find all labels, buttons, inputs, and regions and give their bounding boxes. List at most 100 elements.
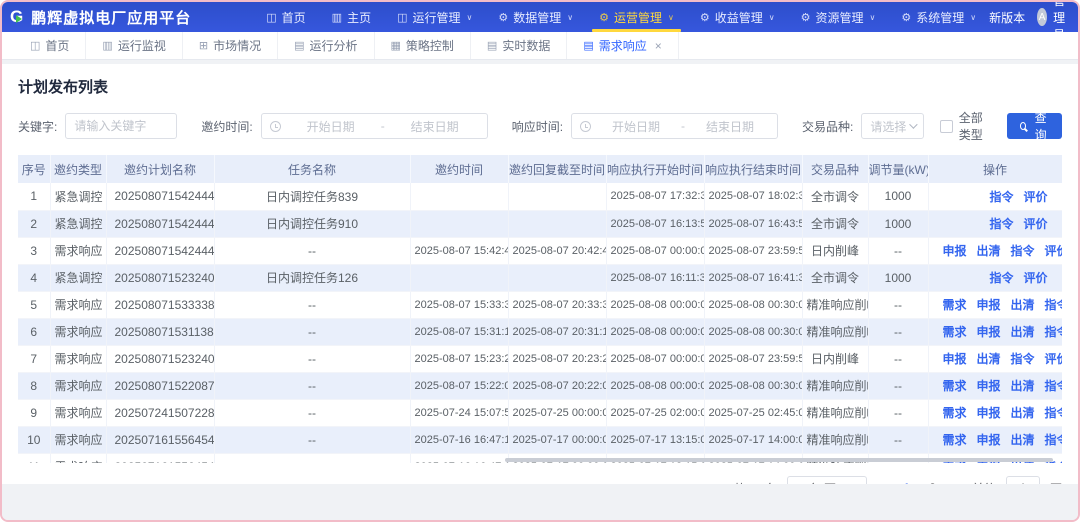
response-time-range-picker[interactable]: 开始日期 - 结束日期 bbox=[571, 113, 778, 139]
action-declare[interactable]: 申报 bbox=[977, 379, 1001, 393]
table-row[interactable]: 4紧急调控2025080715232401135日内调控任务1262025-08… bbox=[18, 264, 1062, 291]
page-number-2[interactable]: 2 bbox=[924, 481, 942, 484]
tab-实时数据[interactable]: ▤实时数据 bbox=[471, 32, 567, 59]
date-separator: - bbox=[375, 119, 391, 133]
action-evaluate[interactable]: 评价 bbox=[1023, 217, 1047, 231]
cell-exec-end-time: 2025-08-07 23:59:59 bbox=[704, 237, 802, 264]
cell-seq: 2 bbox=[18, 210, 50, 237]
table-row[interactable]: 1紧急调控2025080715424443042日内调控任务8392025-08… bbox=[18, 183, 1062, 210]
table-row[interactable]: 6需求响应2025080715311383341--2025-08-07 15:… bbox=[18, 318, 1062, 345]
trade-variety-select[interactable]: 请选择 bbox=[861, 113, 923, 139]
action-command[interactable]: 指令 bbox=[1045, 379, 1062, 393]
cell-seq: 3 bbox=[18, 237, 50, 264]
cell-exec-end-time: 2025-08-07 16:43:51 bbox=[704, 210, 802, 237]
chevron-down-icon: ∨ bbox=[970, 13, 976, 22]
action-declare[interactable]: 申报 bbox=[943, 352, 967, 366]
action-declare[interactable]: 申报 bbox=[977, 433, 1001, 447]
goto-page-input[interactable] bbox=[1006, 476, 1040, 484]
action-declare[interactable]: 申报 bbox=[943, 244, 967, 258]
action-clear[interactable]: 出清 bbox=[1011, 433, 1035, 447]
action-clear[interactable]: 出清 bbox=[977, 352, 1001, 366]
nav-item-资源管理[interactable]: ⚙资源管理∨ bbox=[788, 2, 889, 32]
nav-item-首页[interactable]: ◫首页 bbox=[253, 2, 318, 32]
action-demand[interactable]: 需求 bbox=[943, 379, 967, 393]
action-demand[interactable]: 需求 bbox=[943, 298, 967, 312]
action-evaluate[interactable]: 评价 bbox=[1045, 244, 1062, 258]
action-declare[interactable]: 申报 bbox=[977, 298, 1001, 312]
nav-item-运行管理[interactable]: ◫运行管理∨ bbox=[384, 2, 485, 32]
cell-invite-time: 2025-08-07 15:33:33 bbox=[410, 291, 508, 318]
table-row[interactable]: 10需求响应2025071615564544--2025-07-16 16:47… bbox=[18, 426, 1062, 453]
close-icon[interactable]: × bbox=[655, 39, 662, 53]
tab-首页[interactable]: ◫首页 bbox=[14, 32, 86, 59]
action-clear[interactable]: 出清 bbox=[1011, 379, 1035, 393]
table-row[interactable]: 7需求响应2025080715232401135--2025-08-07 15:… bbox=[18, 345, 1062, 372]
cell-task-name: -- bbox=[214, 426, 410, 453]
action-evaluate[interactable]: 评价 bbox=[1045, 352, 1062, 366]
cell-trade-variety: 精准响应削峰 bbox=[802, 291, 868, 318]
invite-time-range-picker[interactable]: 开始日期 - 结束日期 bbox=[261, 113, 488, 139]
prev-page-button[interactable]: ‹ bbox=[877, 481, 887, 485]
action-command[interactable]: 指令 bbox=[1011, 244, 1035, 258]
nav-item-数据管理[interactable]: ⚙数据管理∨ bbox=[485, 2, 586, 32]
cell-exec-end-time: 2025-07-17 14:00:01 bbox=[704, 426, 802, 453]
tab-运行分析[interactable]: ▤运行分析 bbox=[278, 32, 374, 59]
action-declare[interactable]: 申报 bbox=[977, 406, 1001, 420]
search-button[interactable]: 查询 bbox=[1007, 113, 1062, 139]
nav-item-收益管理[interactable]: ⚙收益管理∨ bbox=[687, 2, 788, 32]
action-demand[interactable]: 需求 bbox=[943, 433, 967, 447]
tab-策略控制[interactable]: ▦策略控制 bbox=[375, 32, 471, 59]
top-navbar: G 鹏辉虚拟电厂应用平台 ◫首页▥主页◫运行管理∨⚙数据管理∨⚙运营管理∨⚙收益… bbox=[2, 2, 1078, 32]
chevron-down-icon bbox=[909, 120, 917, 128]
next-page-button[interactable]: › bbox=[952, 481, 962, 485]
action-evaluate[interactable]: 评价 bbox=[1023, 190, 1047, 204]
nav-item-运营管理[interactable]: ⚙运营管理∨ bbox=[586, 2, 687, 32]
action-declare[interactable]: 申报 bbox=[977, 325, 1001, 339]
action-command[interactable]: 指令 bbox=[989, 190, 1013, 204]
keyword-input[interactable] bbox=[65, 113, 177, 139]
cell-adjust-amount: -- bbox=[868, 318, 928, 345]
table-row[interactable]: 9需求响应2025072415072286--2025-07-24 15:07:… bbox=[18, 399, 1062, 426]
cell-task-name: -- bbox=[214, 372, 410, 399]
table-row[interactable]: 8需求响应2025080715220877578--2025-08-07 15:… bbox=[18, 372, 1062, 399]
action-demand[interactable]: 需求 bbox=[943, 406, 967, 420]
action-command[interactable]: 指令 bbox=[1011, 352, 1035, 366]
scrollbar-thumb[interactable] bbox=[505, 458, 1053, 462]
action-demand[interactable]: 需求 bbox=[943, 325, 967, 339]
page-number-1[interactable]: 1 bbox=[898, 481, 916, 484]
all-types-checkbox[interactable] bbox=[940, 120, 953, 133]
nav-item-主页[interactable]: ▥主页 bbox=[319, 2, 384, 32]
action-clear[interactable]: 出清 bbox=[1011, 325, 1035, 339]
page-size-select[interactable]: 20条/页 bbox=[787, 476, 867, 484]
nav-item-label: 首页 bbox=[282, 9, 306, 26]
end-date-placeholder: 结束日期 bbox=[691, 118, 769, 135]
new-version-link[interactable]: 新版本 bbox=[989, 9, 1025, 26]
plan-table: 序号邀约类型邀约计划名称任务名称邀约时间邀约回复截至时间响应执行开始时间响应执行… bbox=[18, 155, 1062, 463]
all-types-checkbox-group[interactable]: 全部类型 bbox=[940, 109, 991, 143]
action-command[interactable]: 指令 bbox=[989, 271, 1013, 285]
action-evaluate[interactable]: 评价 bbox=[1023, 271, 1047, 285]
nav-item-系统管理[interactable]: ⚙系统管理∨ bbox=[888, 2, 989, 32]
tab-运行监视[interactable]: ▥运行监视 bbox=[86, 32, 182, 59]
action-clear[interactable]: 出清 bbox=[1011, 406, 1035, 420]
action-command[interactable]: 指令 bbox=[1045, 406, 1062, 420]
tab-市场情况[interactable]: ⊞市场情况 bbox=[183, 32, 278, 59]
action-command[interactable]: 指令 bbox=[1045, 433, 1062, 447]
user-menu[interactable]: A 管理员 ∨ bbox=[1037, 0, 1080, 43]
column-header: 序号 bbox=[18, 155, 50, 183]
action-command[interactable]: 指令 bbox=[989, 217, 1013, 231]
action-command[interactable]: 指令 bbox=[1045, 325, 1062, 339]
cell-adjust-amount: -- bbox=[868, 426, 928, 453]
cell-seq: 5 bbox=[18, 291, 50, 318]
table-row[interactable]: 2紧急调控2025080715424443042日内调控任务9102025-08… bbox=[18, 210, 1062, 237]
horizontal-scrollbar[interactable] bbox=[18, 458, 1062, 464]
action-command[interactable]: 指令 bbox=[1045, 298, 1062, 312]
action-clear[interactable]: 出清 bbox=[977, 244, 1001, 258]
action-clear[interactable]: 出清 bbox=[1011, 298, 1035, 312]
table-row[interactable]: 3需求响应2025080715424443042--2025-08-07 15:… bbox=[18, 237, 1062, 264]
plan-table-container: 序号邀约类型邀约计划名称任务名称邀约时间邀约回复截至时间响应执行开始时间响应执行… bbox=[18, 155, 1062, 463]
cell-actions: 需求申报出清指令评价 bbox=[928, 318, 1062, 345]
cell-reply-deadline: 2025-07-25 00:00:00 bbox=[508, 399, 606, 426]
tab-需求响应[interactable]: ▤需求响应× bbox=[567, 32, 678, 59]
table-row[interactable]: 5需求响应2025080715333384713--2025-08-07 15:… bbox=[18, 291, 1062, 318]
